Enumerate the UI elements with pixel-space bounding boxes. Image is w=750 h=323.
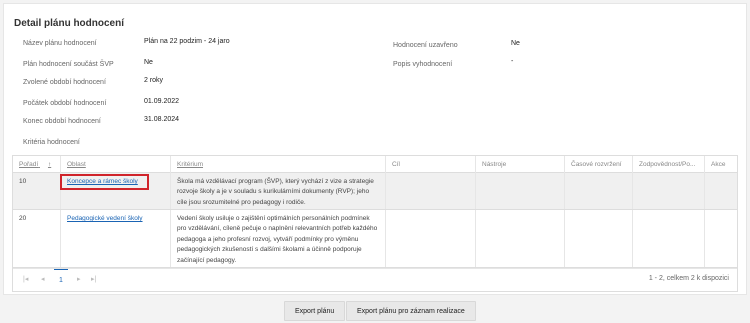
- cell-kriterium: Škola má vzdělávací program (ŠVP), který…: [171, 173, 386, 209]
- pocatek-label: Počátek období hodnocení: [23, 100, 107, 107]
- cell-akce: [705, 210, 737, 267]
- cell-nastroje: [476, 210, 565, 267]
- konec-label: Konec období hodnocení: [23, 118, 101, 125]
- cell-nastroje: [476, 173, 565, 209]
- nazev-label: Název plánu hodnocení: [23, 40, 97, 47]
- criteria-grid: Pořadí ↑ Oblast Kritérium Cíl Nástroje Č…: [12, 155, 738, 292]
- svp-label: Plán hodnocení součást ŠVP: [23, 61, 114, 68]
- page-title: Detail plánu hodnocení: [14, 18, 125, 29]
- cell-zodpovednost: [633, 173, 705, 209]
- popis-value: -: [511, 58, 514, 65]
- sort-ascending-icon[interactable]: ↑: [48, 161, 51, 168]
- cell-poradi: 10: [13, 173, 61, 209]
- col-kriterium[interactable]: Kritérium: [171, 156, 386, 173]
- prev-page-icon[interactable]: ◂: [41, 275, 45, 283]
- page-number[interactable]: 1: [54, 269, 68, 290]
- uzavreno-label: Hodnocení uzavřeno: [393, 42, 458, 49]
- first-page-icon[interactable]: |◂: [23, 275, 28, 283]
- last-page-icon[interactable]: ▸|: [91, 275, 96, 283]
- pager: |◂ ◂ 1 ▸ ▸| 1 - 2, celkem 2 k dispozici: [13, 268, 737, 291]
- cell-casove-rozvrzeni: [565, 210, 633, 267]
- col-casove-rozvrzeni[interactable]: Časové rozvržení: [565, 156, 633, 173]
- popis-label: Popis vyhodnocení: [393, 61, 453, 68]
- table-row[interactable]: 20 Pedagogické vedení školy Vedení školy…: [13, 210, 737, 268]
- col-cil[interactable]: Cíl: [386, 156, 476, 173]
- cell-oblast: Pedagogické vedení školy: [61, 210, 171, 267]
- export-button[interactable]: Export plánu: [284, 301, 346, 321]
- col-akce[interactable]: Akce: [705, 156, 737, 173]
- highlight-box: [60, 174, 149, 190]
- cell-kriterium: Vedení školy usiluje o zajištění optimál…: [171, 210, 386, 267]
- table-row[interactable]: 10 Koncepce a rámec školy Škola má vzděl…: [13, 173, 737, 210]
- obdobi-value: 2 roky: [144, 77, 164, 84]
- uzavreno-value: Ne: [511, 40, 520, 47]
- cell-akce: [705, 173, 737, 209]
- cell-zodpovednost: [633, 210, 705, 267]
- cell-poradi: 20: [13, 210, 61, 267]
- col-oblast[interactable]: Oblast: [61, 156, 171, 173]
- nazev-value: Plán na 22 podzim - 24 jaro: [144, 38, 230, 45]
- next-page-icon[interactable]: ▸: [77, 275, 81, 283]
- cell-casove-rozvrzeni: [565, 173, 633, 209]
- grid-header: Pořadí ↑ Oblast Kritérium Cíl Nástroje Č…: [13, 156, 737, 173]
- kriteria-label: Kritéria hodnocení: [23, 139, 80, 146]
- col-zodpovednost[interactable]: Zodpovědnost/Po...: [633, 156, 705, 173]
- pocatek-value: 01.09.2022: [144, 98, 180, 105]
- cell-cil: [386, 210, 476, 267]
- oblast-link[interactable]: Pedagogické vedení školy: [67, 215, 143, 222]
- cell-cil: [386, 173, 476, 209]
- obdobi-label: Zvolené období hodnocení: [23, 79, 106, 86]
- export-realizace-button[interactable]: Export plánu pro záznam realizace: [346, 301, 476, 321]
- pager-info: 1 - 2, celkem 2 k dispozici: [648, 275, 729, 282]
- konec-value: 31.08.2024: [144, 116, 180, 123]
- svp-value: Ne: [144, 59, 153, 66]
- col-poradi[interactable]: Pořadí ↑: [13, 156, 61, 173]
- col-nastroje[interactable]: Nástroje: [476, 156, 565, 173]
